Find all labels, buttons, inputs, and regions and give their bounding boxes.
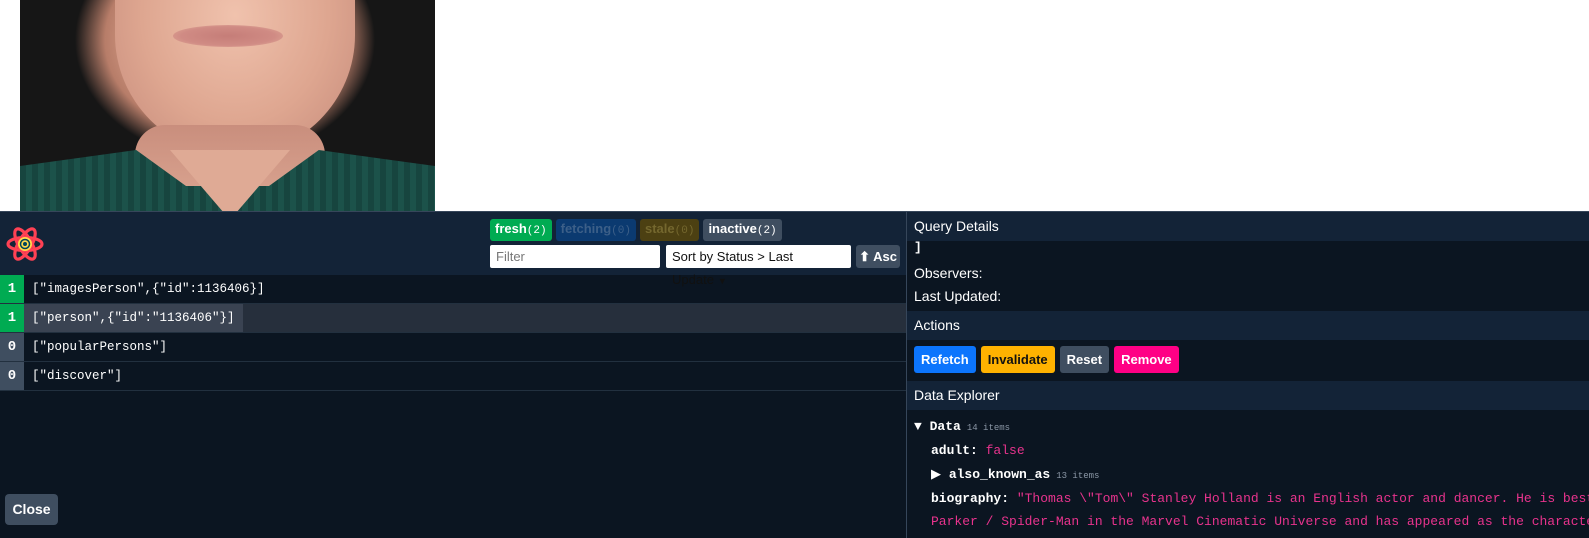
field-value: false — [985, 443, 1025, 458]
react-query-logo-icon[interactable] — [6, 226, 44, 262]
reset-button[interactable]: Reset — [1059, 346, 1110, 373]
refetch-button[interactable]: Refetch — [914, 346, 976, 373]
observer-count: 0 — [0, 333, 24, 361]
query-key: ["imagesPerson",{"id":1136406}] — [32, 282, 265, 296]
filter-input[interactable] — [490, 245, 660, 268]
data-field-biography: biography: "Thomas \"Tom\" Stanley Holla… — [931, 491, 1589, 506]
chip-inactive: inactive(2) — [703, 219, 782, 241]
biography-continuation: Parker / Spider-Man in the Marvel Cinema… — [931, 514, 1589, 529]
chip-fetching: fetching(0) — [555, 219, 636, 241]
devtools-header: fresh(2) fetching(0) stale(0) inactive(2… — [0, 212, 906, 287]
react-query-devtools-panel: fresh(2) fetching(0) stale(0) inactive(2… — [0, 211, 1589, 538]
sort-direction-button[interactable]: ⬆ Asc — [856, 245, 900, 268]
actions-heading: Actions — [907, 311, 1589, 340]
query-key: ["discover"] — [32, 369, 123, 383]
data-root-node[interactable]: ▼ Data 14 items — [914, 419, 1010, 434]
portrait-photo — [20, 0, 435, 212]
observers-label: Observers: — [914, 265, 983, 281]
invalidate-button[interactable]: Invalidate — [980, 346, 1055, 373]
data-root-label: Data — [929, 419, 961, 434]
query-row[interactable]: 1 ["imagesPerson",{"id":1136406}] — [0, 275, 906, 304]
query-details-pane: Query Details ] Observers: Last Updated:… — [907, 212, 1589, 538]
collapsed-arrow-icon: ▶ — [931, 467, 941, 482]
observer-count: 0 — [0, 362, 24, 390]
query-row-selected[interactable]: 1 ["person",{"id":"1136406"}] — [0, 304, 906, 333]
remove-button[interactable]: Remove — [1114, 346, 1179, 373]
query-hash: ] — [914, 240, 922, 255]
field-key: adult: — [931, 443, 978, 458]
chip-stale: stale(0) — [639, 219, 700, 241]
last-updated-label: Last Updated: — [914, 288, 1002, 304]
data-explorer-heading: Data Explorer — [907, 381, 1589, 410]
query-list-pane: fresh(2) fetching(0) stale(0) inactive(2… — [0, 212, 907, 538]
chip-fresh: fresh(2) — [490, 219, 552, 241]
sort-select[interactable]: Sort by Status > Last Update ▼ — [666, 245, 851, 287]
status-chips: fresh(2) fetching(0) stale(0) inactive(2… — [490, 219, 782, 241]
query-row[interactable]: 0 ["discover"] — [0, 362, 906, 391]
item-count: 14 items — [966, 423, 1011, 433]
query-details-heading: Query Details — [907, 212, 1589, 241]
item-count: 13 items — [1056, 471, 1100, 481]
field-key: biography: — [931, 491, 1010, 506]
observer-count: 1 — [0, 275, 24, 303]
field-key: also_known_as — [948, 467, 1051, 482]
query-row[interactable]: 0 ["popularPersons"] — [0, 333, 906, 362]
query-list: 1 ["imagesPerson",{"id":1136406}] 1 ["pe… — [0, 275, 906, 391]
close-button[interactable]: Close — [5, 494, 58, 525]
observer-count: 1 — [0, 304, 24, 332]
data-node-also-known-as[interactable]: ▶ also_known_as 13 items — [931, 467, 1099, 482]
action-buttons: Refetch Invalidate Reset Remove — [914, 346, 1179, 373]
data-field-adult: adult: false — [931, 443, 1025, 458]
query-key: ["popularPersons"] — [32, 340, 168, 354]
expanded-arrow-icon: ▼ — [914, 419, 922, 434]
query-key: ["person",{"id":"1136406"}] — [24, 304, 243, 332]
field-value: "Thomas \"Tom\" Stanley Holland is an En… — [1016, 491, 1589, 506]
face-lips — [173, 25, 283, 47]
